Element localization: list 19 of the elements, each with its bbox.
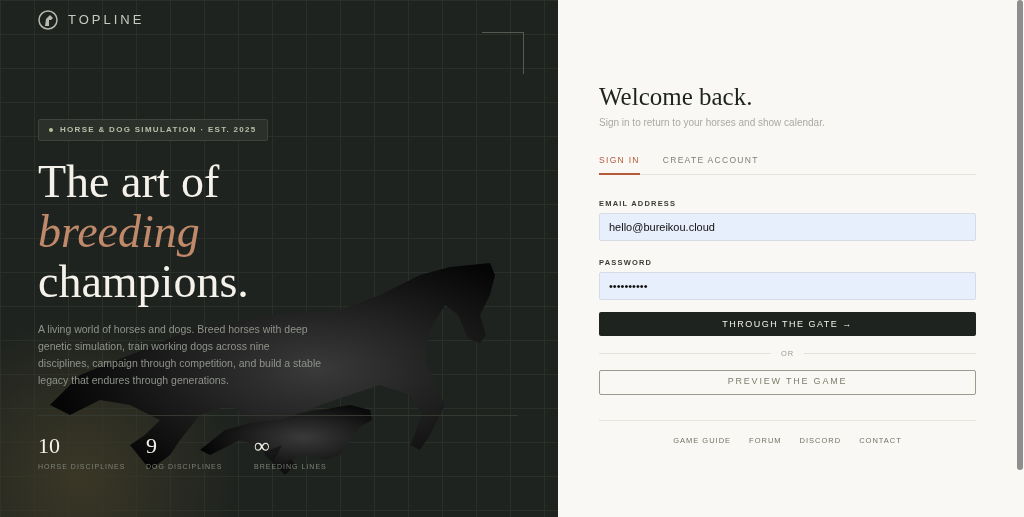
stat-value: 9 — [146, 434, 157, 458]
corner-frame-line — [482, 32, 524, 74]
subtitle-text: Sign in to return to your horses and show calendar. — [599, 116, 825, 130]
scrollbar-thumb[interactable] — [1017, 0, 1023, 470]
headline-text: champions. — [38, 257, 250, 307]
brand-name: TOPLINE — [68, 11, 145, 30]
form-tab[interactable]: CREATE ACCOUNT — [662, 154, 759, 175]
preview-button[interactable]: PREVIEW THE GAME — [599, 369, 976, 395]
welcome-title: Welcome back. — [599, 82, 753, 112]
submit-button[interactable]: THROUGH THE GATE → — [599, 312, 976, 337]
input-field[interactable]: •••••••••• — [599, 272, 976, 301]
badge-text: HORSE & DOG SIMULATION · EST. 2025 — [60, 124, 257, 136]
stat-value: ∞ — [254, 434, 270, 458]
stat-value: 10 — [38, 434, 60, 458]
form-tab[interactable]: SIGN IN — [599, 154, 640, 175]
headline-accent-text: breeding — [38, 207, 200, 257]
input-field[interactable]: hello@bureikou.cloud — [599, 213, 976, 241]
intro-paragraph: A living world of horses and dogs. Breed horses with deep genetic simulation, train working dogs across nine disciplines, campaign through competition, and build a stable legacy that endures through generations. — [38, 322, 323, 388]
headline-text: The art of — [38, 157, 221, 207]
